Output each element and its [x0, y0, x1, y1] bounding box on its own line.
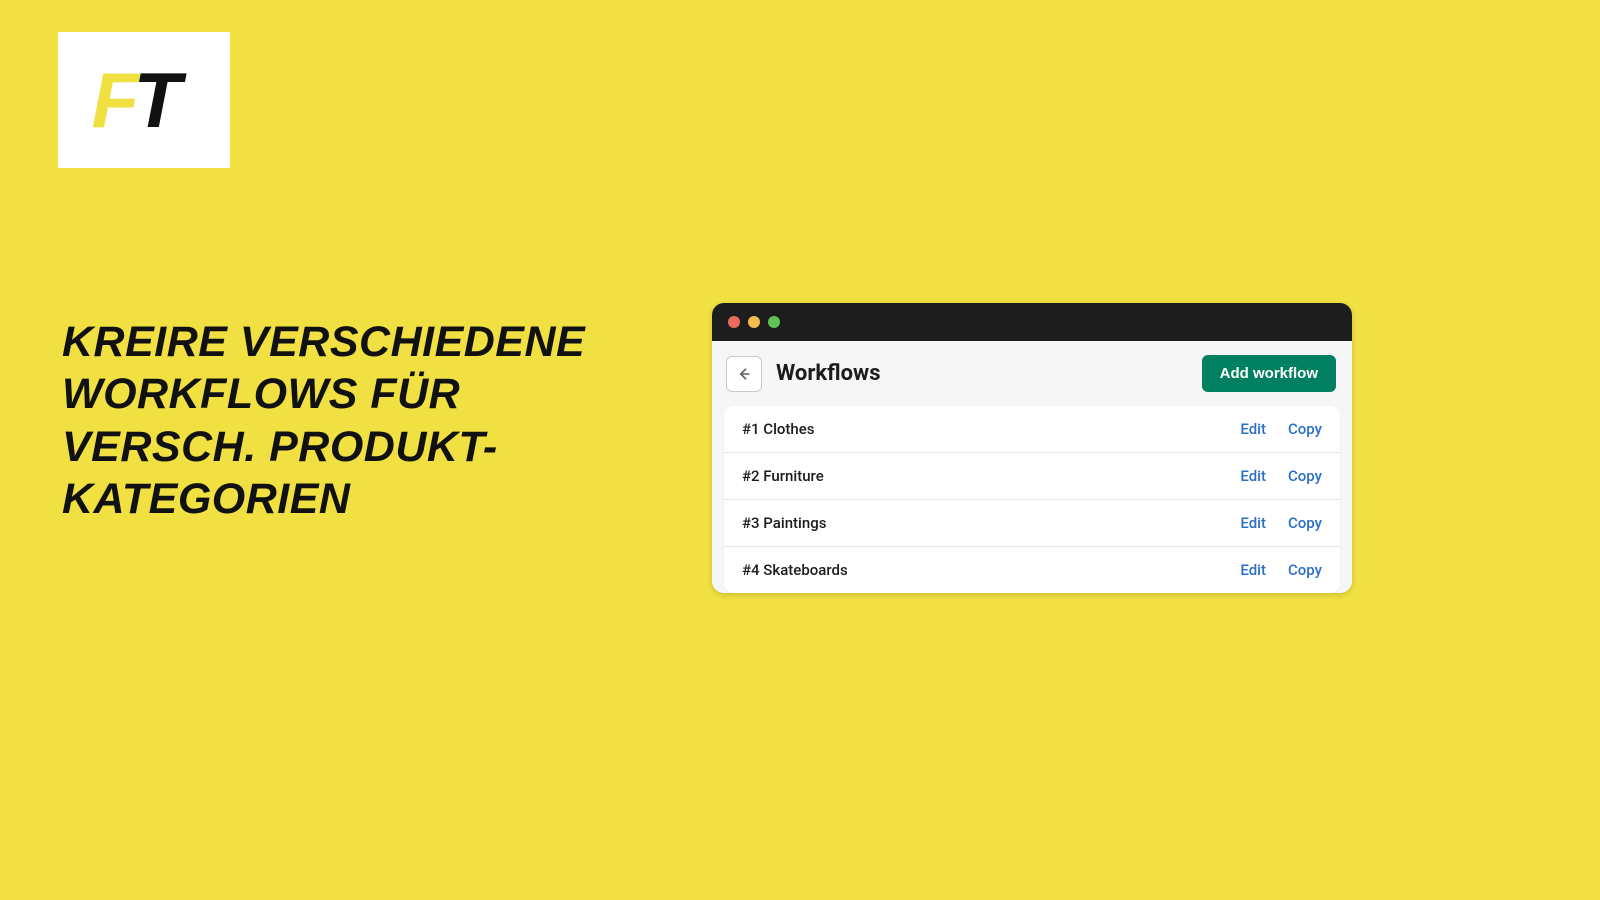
logo-mark: F T [92, 65, 197, 135]
window-titlebar [712, 303, 1352, 341]
workflow-name: #1 Clothes [742, 420, 815, 438]
hero-headline: KREIRE VERSCHIEDENE WORKFLOWS FÜR VERSCH… [62, 316, 602, 526]
logo-letter-f: F [92, 65, 138, 135]
row-actions: Edit Copy [1240, 514, 1322, 532]
page-toolbar: Workflows Add workflow [712, 341, 1352, 406]
toolbar-left: Workflows [726, 356, 881, 392]
arrow-left-icon [736, 366, 752, 382]
brand-logo: F T [58, 32, 230, 168]
row-actions: Edit Copy [1240, 467, 1322, 485]
edit-link[interactable]: Edit [1240, 514, 1266, 532]
logo-letter-t: T [134, 65, 180, 135]
copy-link[interactable]: Copy [1288, 467, 1322, 485]
copy-link[interactable]: Copy [1288, 561, 1322, 579]
edit-link[interactable]: Edit [1240, 561, 1266, 579]
list-item: #4 Skateboards Edit Copy [724, 547, 1340, 593]
app-window: Workflows Add workflow #1 Clothes Edit C… [712, 303, 1352, 593]
edit-link[interactable]: Edit [1240, 467, 1266, 485]
list-item: #1 Clothes Edit Copy [724, 406, 1340, 453]
window-maximize-icon[interactable] [768, 316, 780, 328]
row-actions: Edit Copy [1240, 420, 1322, 438]
back-button[interactable] [726, 356, 762, 392]
add-workflow-button[interactable]: Add workflow [1202, 355, 1336, 392]
list-item: #3 Paintings Edit Copy [724, 500, 1340, 547]
list-item: #2 Furniture Edit Copy [724, 453, 1340, 500]
workflow-name: #4 Skateboards [742, 561, 848, 579]
workflow-name: #3 Paintings [742, 514, 826, 532]
row-actions: Edit Copy [1240, 561, 1322, 579]
page-title: Workflows [776, 361, 881, 386]
edit-link[interactable]: Edit [1240, 420, 1266, 438]
window-close-icon[interactable] [728, 316, 740, 328]
copy-link[interactable]: Copy [1288, 420, 1322, 438]
workflow-list: #1 Clothes Edit Copy #2 Furniture Edit C… [724, 406, 1340, 593]
window-minimize-icon[interactable] [748, 316, 760, 328]
workflow-name: #2 Furniture [742, 467, 824, 485]
copy-link[interactable]: Copy [1288, 514, 1322, 532]
